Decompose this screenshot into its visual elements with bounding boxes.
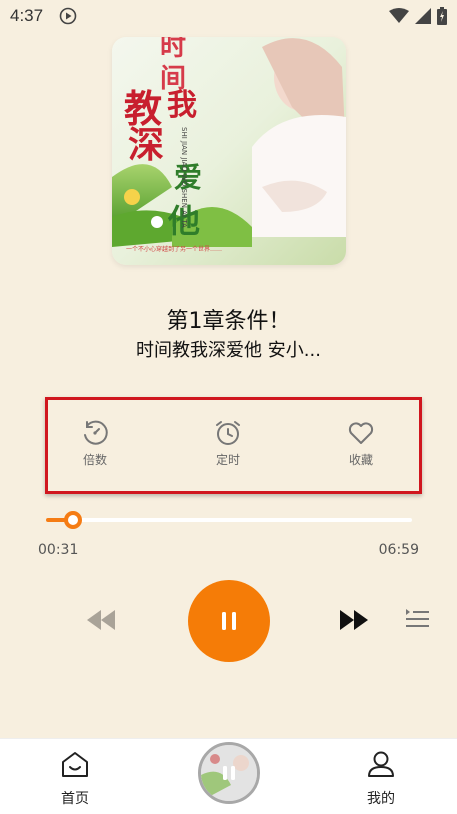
nav-home-label: 首页 — [61, 791, 89, 807]
fast-forward-icon[interactable] — [338, 608, 370, 632]
nav-mine[interactable]: 我的 — [351, 750, 411, 808]
cover-blurb: 一个不小心穿越到了另一个世界…… — [126, 245, 222, 253]
pause-button[interactable] — [188, 580, 270, 662]
progress-thumb[interactable] — [64, 511, 82, 529]
mini-pause-icon — [223, 766, 235, 780]
speed-label: 倍数 — [82, 453, 107, 467]
signal-icon — [415, 8, 431, 24]
progress-track[interactable] — [46, 518, 412, 522]
pause-icon — [222, 612, 236, 630]
cover-art: 时 间 教 我 深 爱 他 SHI JIAN JIAO WO SHEN AI T… — [112, 37, 346, 265]
cover-char: 深 — [128, 124, 164, 166]
track-subtitle: 时间教我深爱他 安小... — [136, 340, 321, 361]
timer-button[interactable]: 定时 — [198, 419, 258, 468]
nav-mine-label: 我的 — [367, 791, 395, 807]
favorite-button[interactable]: 收藏 — [331, 419, 391, 468]
playlist-icon[interactable] — [404, 607, 430, 631]
play-circle-icon — [59, 7, 77, 25]
cover-romanized: SHI JIAN JIAO WO SHEN AI TA — [180, 127, 188, 228]
alarm-clock-icon — [216, 421, 240, 445]
status-bar: 4:37 — [0, 0, 457, 32]
album-cover: 时 间 教 我 深 爱 他 SHI JIAN JIAO WO SHEN AI T… — [112, 37, 346, 265]
timer-label: 定时 — [215, 453, 240, 467]
current-time: 00:31 — [38, 542, 79, 558]
mini-player[interactable] — [198, 742, 260, 804]
total-time: 06:59 — [378, 542, 419, 558]
rewind-icon[interactable] — [85, 608, 117, 632]
speed-icon — [84, 420, 108, 445]
status-time: 4:37 — [10, 6, 44, 25]
cover-char: 我 — [167, 88, 197, 123]
user-icon — [368, 751, 394, 777]
favorite-label: 收藏 — [348, 453, 373, 467]
speed-button[interactable]: 倍数 — [65, 419, 125, 468]
battery-icon — [437, 7, 447, 25]
home-icon — [62, 752, 88, 777]
track-title: 第1章条件！ — [166, 309, 291, 334]
heart-icon — [348, 422, 374, 444]
nav-home[interactable]: 首页 — [45, 750, 105, 808]
cover-char: 时 — [160, 37, 186, 62]
wifi-icon — [389, 8, 409, 23]
